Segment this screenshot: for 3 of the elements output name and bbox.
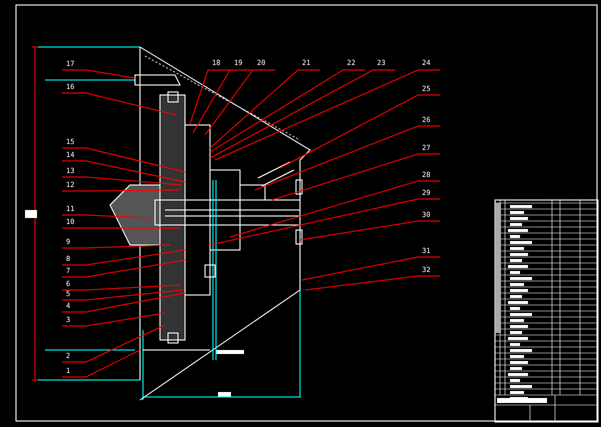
dimension-value-block (216, 350, 244, 354)
dimension-value-block (218, 392, 231, 397)
dimension-value-block (25, 210, 37, 218)
